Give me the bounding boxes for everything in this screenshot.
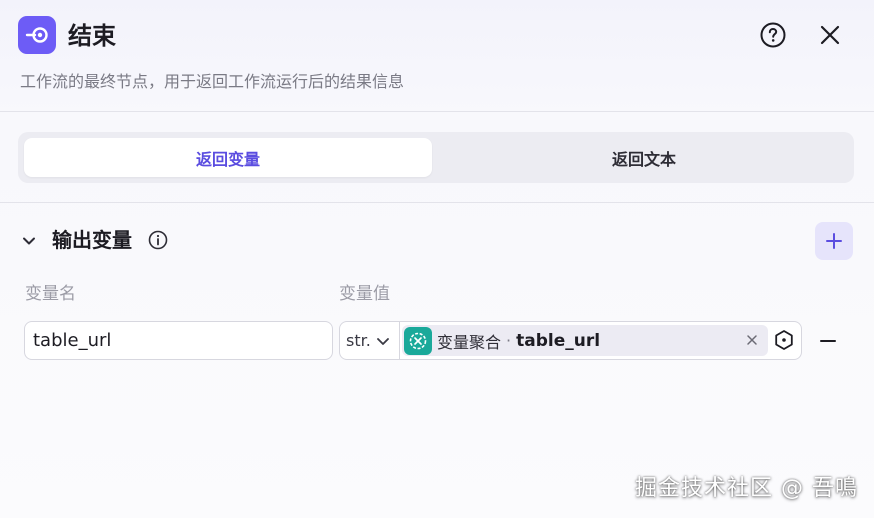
remove-variable-button[interactable] bbox=[815, 328, 841, 354]
tag-separator: · bbox=[506, 331, 512, 350]
panel-title: 结束 bbox=[68, 22, 116, 50]
close-icon bbox=[747, 335, 757, 345]
column-header-value: 变量值 bbox=[339, 284, 390, 304]
variable-name-input[interactable]: table_url bbox=[24, 321, 333, 360]
close-button[interactable] bbox=[812, 17, 848, 53]
clear-reference-button[interactable] bbox=[742, 330, 762, 350]
add-variable-button[interactable] bbox=[815, 222, 853, 260]
chevron-down-icon bbox=[23, 237, 35, 245]
output-mode-tabs: 返回变量 返回文本 bbox=[18, 132, 854, 183]
column-header-name: 变量名 bbox=[25, 284, 76, 304]
close-icon bbox=[820, 25, 840, 45]
question-circle-icon bbox=[760, 22, 786, 48]
variable-value-field: str. 变量聚合 · table_url bbox=[339, 321, 802, 360]
end-node-icon bbox=[18, 16, 56, 54]
variable-reference-tag: 变量聚合 · table_url bbox=[402, 325, 768, 356]
minus-icon bbox=[820, 340, 836, 342]
collapse-toggle[interactable] bbox=[18, 230, 40, 252]
variable-picker-icon bbox=[775, 330, 793, 350]
section-divider bbox=[0, 202, 874, 203]
variable-aggregate-icon bbox=[404, 326, 432, 355]
end-node-panel: 结束 工作流的最终节点，用于返回工作流运行后的结果信息 返回变量 返回文本 输出… bbox=[0, 0, 874, 518]
watermark: 掘金技术社区 @ 吾鳴 bbox=[635, 476, 858, 501]
type-select[interactable]: str. bbox=[340, 322, 400, 359]
chevron-down-icon bbox=[376, 337, 389, 345]
tab-return-variables[interactable]: 返回变量 bbox=[24, 138, 432, 177]
variable-reference-button[interactable] bbox=[772, 328, 796, 352]
panel-description: 工作流的最终节点，用于返回工作流运行后的结果信息 bbox=[20, 72, 405, 91]
tab-return-text[interactable]: 返回文本 bbox=[440, 138, 848, 177]
help-button[interactable] bbox=[755, 17, 791, 53]
tag-source-node: 变量聚合 bbox=[437, 332, 502, 352]
info-icon bbox=[148, 230, 168, 250]
tag-variable-name: table_url bbox=[516, 330, 601, 351]
section-title: 输出变量 bbox=[52, 228, 132, 252]
plus-icon bbox=[826, 233, 842, 249]
panel-header: 结束 工作流的最终节点，用于返回工作流运行后的结果信息 bbox=[0, 0, 874, 112]
type-select-value: str. bbox=[346, 331, 371, 350]
